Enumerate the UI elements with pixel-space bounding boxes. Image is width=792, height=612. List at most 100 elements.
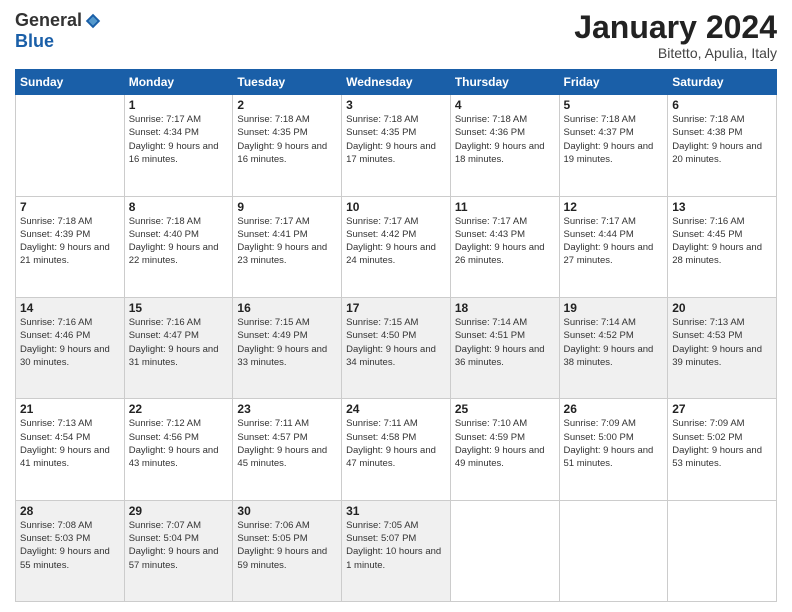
table-row: 7Sunrise: 7:18 AMSunset: 4:39 PMDaylight… [16,196,125,297]
table-row [16,95,125,196]
day-number: 5 [564,98,664,112]
calendar-table: Sunday Monday Tuesday Wednesday Thursday… [15,69,777,602]
table-row: 24Sunrise: 7:11 AMSunset: 4:58 PMDayligh… [342,399,451,500]
logo-general-text: General [15,10,82,31]
day-number: 27 [672,402,772,416]
table-row: 2Sunrise: 7:18 AMSunset: 4:35 PMDaylight… [233,95,342,196]
logo-icon [84,12,102,30]
day-info: Sunrise: 7:17 AMSunset: 4:34 PMDaylight:… [129,113,229,166]
day-number: 28 [20,504,120,518]
logo: General Blue [15,10,102,52]
table-row: 28Sunrise: 7:08 AMSunset: 5:03 PMDayligh… [16,500,125,601]
day-info: Sunrise: 7:17 AMSunset: 4:44 PMDaylight:… [564,215,664,268]
table-row: 3Sunrise: 7:18 AMSunset: 4:35 PMDaylight… [342,95,451,196]
day-info: Sunrise: 7:07 AMSunset: 5:04 PMDaylight:… [129,519,229,572]
calendar-header-row: Sunday Monday Tuesday Wednesday Thursday… [16,70,777,95]
table-row: 23Sunrise: 7:11 AMSunset: 4:57 PMDayligh… [233,399,342,500]
day-info: Sunrise: 7:08 AMSunset: 5:03 PMDaylight:… [20,519,120,572]
day-info: Sunrise: 7:13 AMSunset: 4:54 PMDaylight:… [20,417,120,470]
table-row: 15Sunrise: 7:16 AMSunset: 4:47 PMDayligh… [124,297,233,398]
day-number: 7 [20,200,120,214]
calendar-week-row: 1Sunrise: 7:17 AMSunset: 4:34 PMDaylight… [16,95,777,196]
day-info: Sunrise: 7:18 AMSunset: 4:35 PMDaylight:… [346,113,446,166]
day-number: 10 [346,200,446,214]
table-row: 27Sunrise: 7:09 AMSunset: 5:02 PMDayligh… [668,399,777,500]
day-info: Sunrise: 7:16 AMSunset: 4:46 PMDaylight:… [20,316,120,369]
day-number: 19 [564,301,664,315]
day-number: 6 [672,98,772,112]
day-number: 18 [455,301,555,315]
table-row: 9Sunrise: 7:17 AMSunset: 4:41 PMDaylight… [233,196,342,297]
table-row: 4Sunrise: 7:18 AMSunset: 4:36 PMDaylight… [450,95,559,196]
day-number: 20 [672,301,772,315]
day-number: 30 [237,504,337,518]
day-info: Sunrise: 7:17 AMSunset: 4:43 PMDaylight:… [455,215,555,268]
day-number: 17 [346,301,446,315]
table-row: 29Sunrise: 7:07 AMSunset: 5:04 PMDayligh… [124,500,233,601]
table-row: 20Sunrise: 7:13 AMSunset: 4:53 PMDayligh… [668,297,777,398]
day-number: 24 [346,402,446,416]
day-number: 9 [237,200,337,214]
day-number: 15 [129,301,229,315]
day-number: 16 [237,301,337,315]
day-info: Sunrise: 7:18 AMSunset: 4:39 PMDaylight:… [20,215,120,268]
day-number: 21 [20,402,120,416]
day-info: Sunrise: 7:11 AMSunset: 4:58 PMDaylight:… [346,417,446,470]
day-number: 14 [20,301,120,315]
day-info: Sunrise: 7:05 AMSunset: 5:07 PMDaylight:… [346,519,446,572]
table-row: 26Sunrise: 7:09 AMSunset: 5:00 PMDayligh… [559,399,668,500]
day-number: 23 [237,402,337,416]
day-info: Sunrise: 7:12 AMSunset: 4:56 PMDaylight:… [129,417,229,470]
day-number: 31 [346,504,446,518]
day-info: Sunrise: 7:11 AMSunset: 4:57 PMDaylight:… [237,417,337,470]
table-row: 22Sunrise: 7:12 AMSunset: 4:56 PMDayligh… [124,399,233,500]
day-number: 1 [129,98,229,112]
day-number: 12 [564,200,664,214]
day-number: 8 [129,200,229,214]
table-row: 14Sunrise: 7:16 AMSunset: 4:46 PMDayligh… [16,297,125,398]
day-number: 25 [455,402,555,416]
col-thursday: Thursday [450,70,559,95]
table-row: 17Sunrise: 7:15 AMSunset: 4:50 PMDayligh… [342,297,451,398]
day-info: Sunrise: 7:16 AMSunset: 4:47 PMDaylight:… [129,316,229,369]
day-info: Sunrise: 7:09 AMSunset: 5:00 PMDaylight:… [564,417,664,470]
col-sunday: Sunday [16,70,125,95]
day-info: Sunrise: 7:15 AMSunset: 4:50 PMDaylight:… [346,316,446,369]
table-row: 31Sunrise: 7:05 AMSunset: 5:07 PMDayligh… [342,500,451,601]
calendar-week-row: 7Sunrise: 7:18 AMSunset: 4:39 PMDaylight… [16,196,777,297]
calendar-week-row: 14Sunrise: 7:16 AMSunset: 4:46 PMDayligh… [16,297,777,398]
day-info: Sunrise: 7:14 AMSunset: 4:51 PMDaylight:… [455,316,555,369]
day-info: Sunrise: 7:18 AMSunset: 4:40 PMDaylight:… [129,215,229,268]
col-tuesday: Tuesday [233,70,342,95]
col-monday: Monday [124,70,233,95]
day-info: Sunrise: 7:15 AMSunset: 4:49 PMDaylight:… [237,316,337,369]
table-row: 11Sunrise: 7:17 AMSunset: 4:43 PMDayligh… [450,196,559,297]
day-info: Sunrise: 7:18 AMSunset: 4:37 PMDaylight:… [564,113,664,166]
col-saturday: Saturday [668,70,777,95]
table-row: 16Sunrise: 7:15 AMSunset: 4:49 PMDayligh… [233,297,342,398]
month-title: January 2024 [574,10,777,45]
day-info: Sunrise: 7:18 AMSunset: 4:35 PMDaylight:… [237,113,337,166]
table-row: 21Sunrise: 7:13 AMSunset: 4:54 PMDayligh… [16,399,125,500]
day-info: Sunrise: 7:13 AMSunset: 4:53 PMDaylight:… [672,316,772,369]
table-row: 8Sunrise: 7:18 AMSunset: 4:40 PMDaylight… [124,196,233,297]
logo-blue-text: Blue [15,31,54,52]
day-number: 4 [455,98,555,112]
table-row: 12Sunrise: 7:17 AMSunset: 4:44 PMDayligh… [559,196,668,297]
day-info: Sunrise: 7:18 AMSunset: 4:38 PMDaylight:… [672,113,772,166]
table-row: 6Sunrise: 7:18 AMSunset: 4:38 PMDaylight… [668,95,777,196]
day-info: Sunrise: 7:14 AMSunset: 4:52 PMDaylight:… [564,316,664,369]
day-number: 11 [455,200,555,214]
day-number: 13 [672,200,772,214]
table-row: 30Sunrise: 7:06 AMSunset: 5:05 PMDayligh… [233,500,342,601]
table-row: 18Sunrise: 7:14 AMSunset: 4:51 PMDayligh… [450,297,559,398]
day-info: Sunrise: 7:17 AMSunset: 4:42 PMDaylight:… [346,215,446,268]
calendar-week-row: 21Sunrise: 7:13 AMSunset: 4:54 PMDayligh… [16,399,777,500]
table-row: 25Sunrise: 7:10 AMSunset: 4:59 PMDayligh… [450,399,559,500]
table-row [559,500,668,601]
table-row [668,500,777,601]
day-info: Sunrise: 7:10 AMSunset: 4:59 PMDaylight:… [455,417,555,470]
calendar-week-row: 28Sunrise: 7:08 AMSunset: 5:03 PMDayligh… [16,500,777,601]
header: General Blue January 2024 Bitetto, Apuli… [15,10,777,61]
table-row: 13Sunrise: 7:16 AMSunset: 4:45 PMDayligh… [668,196,777,297]
